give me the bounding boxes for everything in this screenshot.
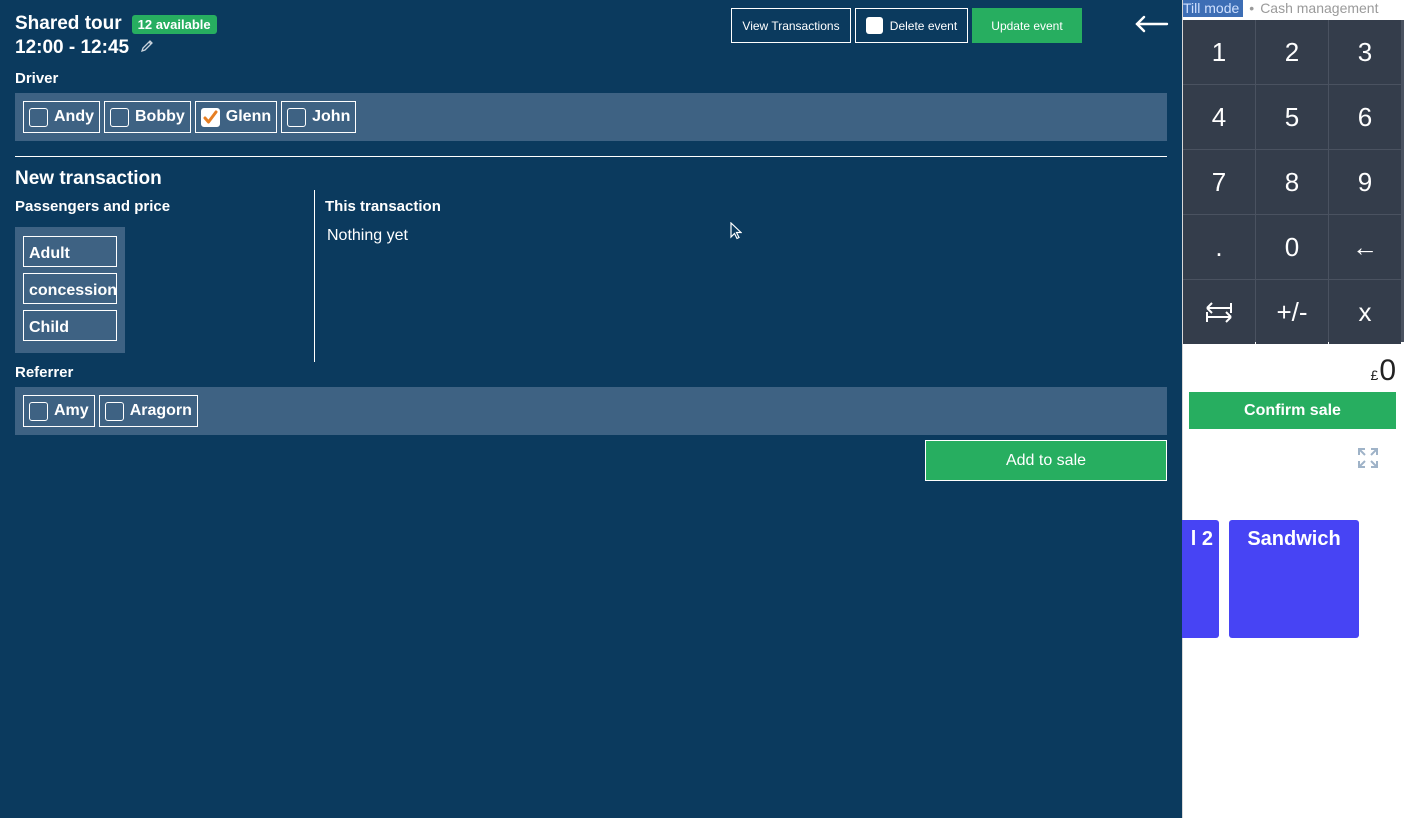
delete-event-toggle[interactable]: Delete event <box>855 8 968 43</box>
event-time: 12:00 - 12:45 <box>15 37 130 58</box>
driver-option-john[interactable]: John <box>281 101 357 133</box>
back-arrow-icon[interactable] <box>1133 12 1169 36</box>
price-concession-button[interactable]: concession <box>23 273 117 304</box>
numeric-keypad: 1 2 3 4 5 6 7 8 9. 0 ← +/- x <box>1183 20 1404 344</box>
key-1[interactable]: 1 <box>1183 20 1255 84</box>
referrer-option-amy[interactable]: Amy <box>23 395 95 427</box>
product-tile-label: l 2 <box>1190 528 1213 550</box>
driver-checkbox[interactable] <box>29 107 48 127</box>
sale-total: £0 <box>1371 354 1396 388</box>
view-transactions-button[interactable]: View Transactions <box>731 8 851 43</box>
transaction-empty-text: Nothing yet <box>327 227 408 244</box>
driver-label: Driver <box>15 70 59 87</box>
event-title: Shared tour <box>15 13 122 34</box>
referrer-label: Referrer <box>15 364 74 381</box>
event-header: Shared tour 12 available <box>15 13 217 35</box>
edit-pencil-icon[interactable] <box>139 38 155 59</box>
driver-option-label: John <box>312 108 351 125</box>
price-type-list: Adult concession Child <box>15 227 125 353</box>
mode-separator: • <box>1249 0 1255 16</box>
key-5[interactable]: 5 <box>1256 85 1328 149</box>
key-plus-minus[interactable]: +/- <box>1256 280 1328 344</box>
cash-management-tab[interactable]: Cash management <box>1260 0 1378 17</box>
key-9[interactable]: 9 <box>1329 150 1401 214</box>
key-decimal[interactable]: . <box>1183 215 1255 279</box>
delete-event-label: Delete event <box>889 18 958 33</box>
referrer-option-label: Aragorn <box>129 402 192 419</box>
event-time-row: 12:00 - 12:45 <box>15 37 155 59</box>
key-backspace[interactable]: ← <box>1329 215 1401 279</box>
mouse-cursor-icon <box>730 221 743 245</box>
tab-arrows-icon <box>1203 300 1235 324</box>
driver-option-label: Glenn <box>225 108 272 125</box>
key-8[interactable]: 8 <box>1256 150 1328 214</box>
till-mode-tab[interactable]: Till mode <box>1183 0 1244 17</box>
price-child-button[interactable]: Child <box>23 310 117 341</box>
driver-option-glenn[interactable]: Glenn <box>194 101 278 133</box>
key-2[interactable]: 2 <box>1256 20 1328 84</box>
driver-option-andy[interactable]: Andy <box>23 101 100 133</box>
pos-panel: Till mode • Cash management 1 2 3 4 5 6 7 8 9. 0 ← +/… <box>1173 0 1404 818</box>
driver-option-bobby[interactable]: Bobby <box>104 101 191 133</box>
expand-icon[interactable] <box>1356 446 1380 470</box>
passengers-label: Passengers and price <box>15 198 171 215</box>
product-tile-sandwich[interactable]: Sandwich <box>1229 520 1359 638</box>
key-0[interactable]: 0 <box>1256 215 1328 279</box>
pos-mode-bar: Till mode • Cash management <box>1183 0 1404 17</box>
new-transaction-heading: New transaction <box>15 168 162 189</box>
key-3[interactable]: 3 <box>1329 20 1401 84</box>
checkmark-icon <box>203 110 218 123</box>
driver-checkbox[interactable] <box>200 107 220 127</box>
this-transaction-label: This transaction <box>325 198 441 215</box>
currency-symbol: £ <box>1370 367 1379 383</box>
key-tab[interactable] <box>1183 280 1255 344</box>
referrer-option-aragorn[interactable]: Aragorn <box>98 395 198 427</box>
delete-event-checkbox[interactable] <box>865 17 883 34</box>
driver-options: Andy Bobby Glenn John <box>15 93 1167 141</box>
section-divider <box>15 156 1167 157</box>
driver-checkbox[interactable] <box>110 107 129 127</box>
product-tile-label: Sandwich <box>1247 528 1341 550</box>
key-clear[interactable]: x <box>1329 280 1401 344</box>
column-divider <box>314 190 315 362</box>
update-event-button[interactable]: Update event <box>972 8 1082 43</box>
availability-badge: 12 available <box>131 14 217 34</box>
event-panel: Shared tour 12 available 12:00 - 12:45 V… <box>0 0 1182 818</box>
price-adult-button[interactable]: Adult <box>23 236 117 267</box>
driver-option-label: Bobby <box>135 108 185 125</box>
confirm-sale-button[interactable]: Confirm sale <box>1189 392 1396 429</box>
referrer-checkbox[interactable] <box>29 401 48 421</box>
referrer-options: Amy Aragorn <box>15 387 1167 435</box>
total-amount: 0 <box>1379 354 1396 387</box>
key-7[interactable]: 7 <box>1183 150 1255 214</box>
key-6[interactable]: 6 <box>1329 85 1401 149</box>
key-4[interactable]: 4 <box>1183 85 1255 149</box>
driver-option-label: Andy <box>54 108 94 125</box>
driver-checkbox[interactable] <box>287 107 307 127</box>
referrer-option-label: Amy <box>54 402 89 419</box>
add-to-sale-button[interactable]: Add to sale <box>925 440 1167 481</box>
referrer-checkbox[interactable] <box>104 401 124 421</box>
